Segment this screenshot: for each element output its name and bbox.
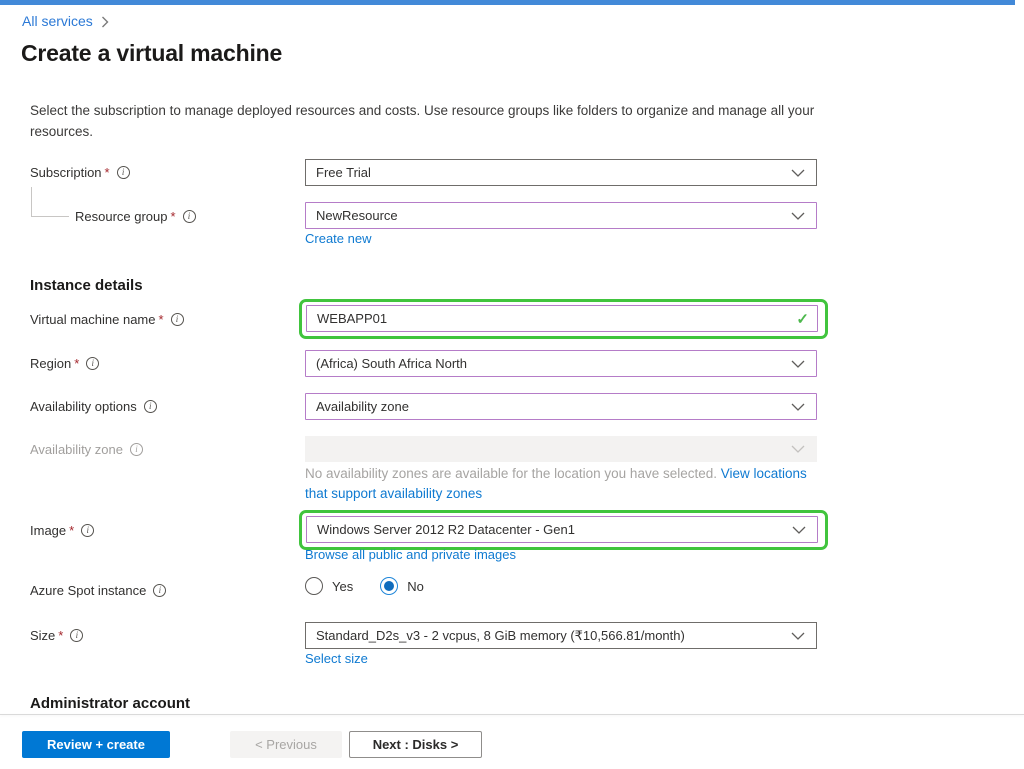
chevron-down-icon xyxy=(791,211,805,220)
select-size-link[interactable]: Select size xyxy=(305,651,368,666)
image-select[interactable]: Windows Server 2012 R2 Datacenter - Gen1 xyxy=(306,516,818,543)
page-title: Create a virtual machine xyxy=(21,40,282,67)
resource-group-label: Resource group* xyxy=(75,209,196,224)
valid-checkmark-icon: ✓ xyxy=(796,310,809,328)
availability-options-info-icon[interactable] xyxy=(144,400,157,413)
browse-images-link[interactable]: Browse all public and private images xyxy=(305,547,516,562)
hierarchy-connector-vertical xyxy=(31,187,32,216)
create-new-link[interactable]: Create new xyxy=(305,231,371,246)
instance-details-heading: Instance details xyxy=(30,277,143,294)
size-info-icon[interactable] xyxy=(70,629,83,642)
availability-options-select[interactable]: Availability zone xyxy=(305,393,817,420)
availability-zone-select xyxy=(305,436,817,462)
next-disks-button[interactable]: Next : Disks > xyxy=(349,731,482,758)
footer-divider xyxy=(0,714,1024,715)
size-select[interactable]: Standard_D2s_v3 - 2 vcpus, 8 GiB memory … xyxy=(305,622,817,649)
breadcrumb: All services xyxy=(22,13,109,29)
vm-name-input[interactable] xyxy=(306,305,818,332)
administrator-account-heading: Administrator account xyxy=(30,695,190,712)
resource-group-info-icon[interactable] xyxy=(183,210,196,223)
create-vm-page: All services Create a virtual machine Se… xyxy=(0,0,1024,769)
availability-zone-message: No availability zones are available for … xyxy=(305,464,811,504)
resource-group-select[interactable]: NewResource xyxy=(305,202,817,229)
azure-spot-label: Azure Spot instance xyxy=(30,583,166,598)
hierarchy-connector-horizontal xyxy=(31,216,69,217)
image-label: Image* xyxy=(30,523,94,538)
vm-name-field-wrap: ✓ xyxy=(306,305,818,332)
spot-yes-radio-label[interactable]: Yes xyxy=(332,579,353,594)
chevron-down-icon xyxy=(791,445,805,454)
region-label: Region* xyxy=(30,356,99,371)
availability-zone-label: Availability zone xyxy=(30,442,143,457)
vm-name-info-icon[interactable] xyxy=(171,313,184,326)
availability-zone-info-icon[interactable] xyxy=(130,443,143,456)
azure-spot-radio-group: Yes No xyxy=(305,576,424,596)
chevron-right-icon xyxy=(101,16,109,28)
page-description: Select the subscription to manage deploy… xyxy=(30,100,822,142)
review-create-button[interactable]: Review + create xyxy=(22,731,170,758)
chevron-down-icon xyxy=(791,402,805,411)
chevron-down-icon xyxy=(791,359,805,368)
region-info-icon[interactable] xyxy=(86,357,99,370)
subscription-select[interactable]: Free Trial xyxy=(305,159,817,186)
top-accent-bar xyxy=(0,0,1015,5)
spot-yes-radio[interactable] xyxy=(305,577,323,595)
previous-button[interactable]: < Previous xyxy=(230,731,342,758)
availability-options-label: Availability options xyxy=(30,399,157,414)
spot-no-radio[interactable] xyxy=(380,577,398,595)
subscription-info-icon[interactable] xyxy=(117,166,130,179)
chevron-down-icon xyxy=(791,631,805,640)
breadcrumb-all-services-link[interactable]: All services xyxy=(22,13,93,29)
subscription-label: Subscription* xyxy=(30,165,130,180)
size-label: Size* xyxy=(30,628,83,643)
vm-name-label: Virtual machine name* xyxy=(30,312,184,327)
chevron-down-icon xyxy=(791,168,805,177)
image-info-icon[interactable] xyxy=(81,524,94,537)
spot-no-radio-label[interactable]: No xyxy=(407,579,424,594)
region-select[interactable]: (Africa) South Africa North xyxy=(305,350,817,377)
azure-spot-info-icon[interactable] xyxy=(153,584,166,597)
chevron-down-icon xyxy=(792,525,806,534)
